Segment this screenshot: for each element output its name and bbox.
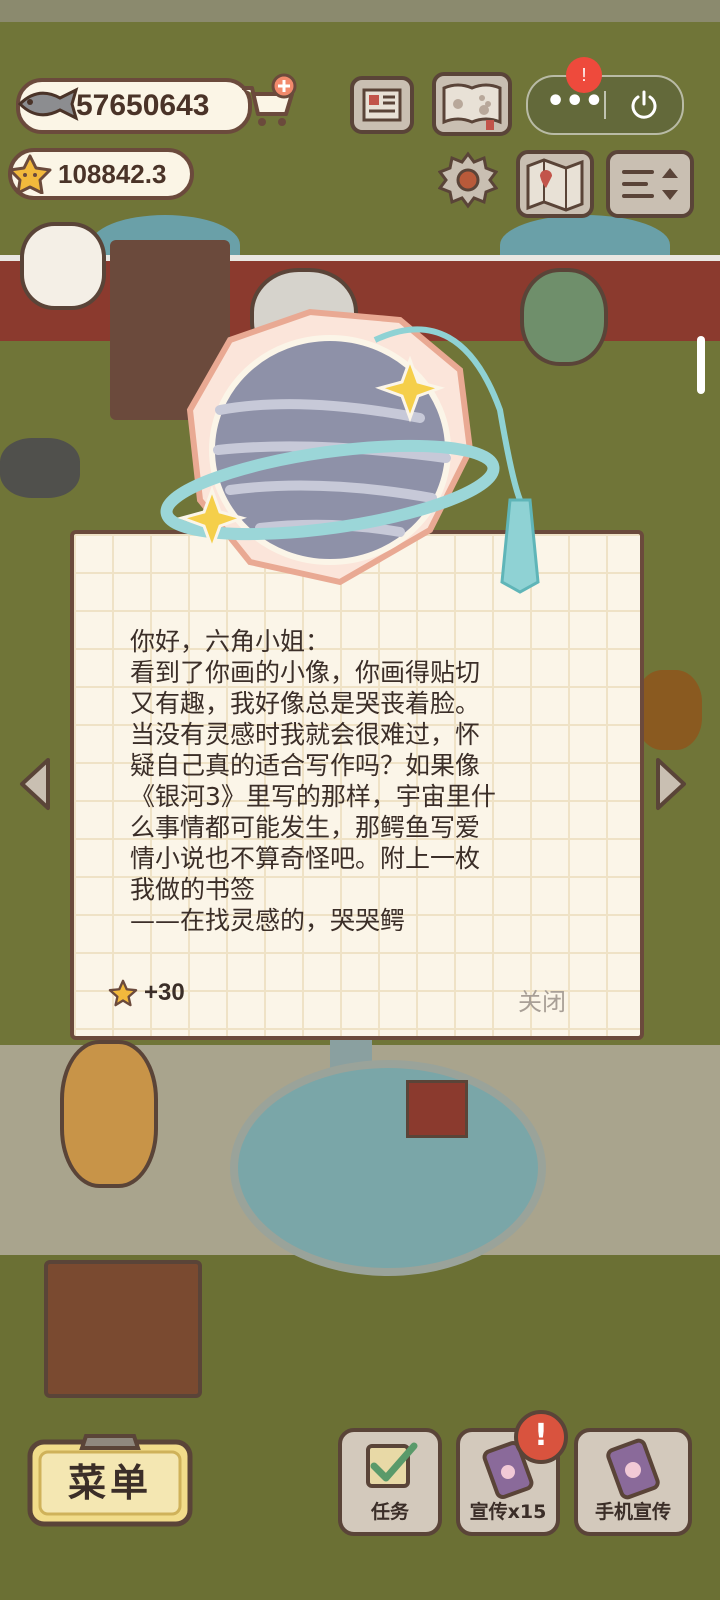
letter-line: 你好，六角小姐： [130, 627, 331, 656]
menu-button[interactable]: 菜单 [26, 1432, 194, 1528]
map-icon [526, 158, 584, 212]
reward: +30 [108, 976, 185, 1010]
gardener-cat[interactable] [60, 1040, 158, 1188]
tasks-label: 任务 [370, 1501, 409, 1523]
letter-line: 当没有灵感时我就会很难过，怀 [130, 720, 481, 749]
tasks-button[interactable]: 任务 [338, 1428, 442, 1536]
letter-line: 情小说也不算奇怪吧。附上一枚 [130, 844, 481, 873]
paw-book-button[interactable] [432, 72, 512, 136]
pavilion[interactable] [406, 1080, 468, 1138]
fish-icon [17, 87, 79, 121]
sort-button[interactable] [606, 150, 694, 218]
close-button[interactable]: 关闭 [518, 982, 566, 1017]
letter-line: 看到了你画的小像，你画得贴切 [130, 658, 481, 687]
letter-line: 疑自己真的适合写作吗？如果像 [130, 751, 481, 780]
notification-badge: ! [566, 57, 602, 93]
newspaper-icon [362, 88, 402, 122]
letter-line: 么事情都可能发生，那鳄鱼写爱 [130, 813, 481, 842]
planet-bookmark-icon [160, 308, 540, 594]
star-currency-pill: 108842.3 [8, 148, 194, 200]
phone-paw-icon [606, 1438, 660, 1500]
promote-label: 宣传x15 [469, 1501, 547, 1523]
gear-icon[interactable] [438, 150, 498, 210]
star-count: 108842.3 [58, 158, 167, 189]
letter-line: 《银河3》里写的那样，宇宙里什 [130, 782, 496, 811]
fish-pile [0, 438, 80, 498]
checklist-icon [366, 1442, 418, 1488]
previous-arrow-icon[interactable] [14, 754, 54, 814]
newspaper-button[interactable] [350, 76, 414, 134]
cat-character[interactable] [20, 222, 106, 310]
capsule-divider [604, 91, 606, 119]
letter-line: 我做的书签 [130, 875, 256, 904]
promote-alert-badge: ! [514, 1410, 568, 1464]
pond [230, 1060, 546, 1276]
phone-promote-label: 手机宣传 [594, 1501, 671, 1523]
phone-promote-button[interactable]: 手机宣传 [574, 1428, 692, 1536]
letter-dialog: 你好，六角小姐： 看到了你画的小像，你画得贴切 又有趣，我好像总是哭丧着脸。 当… [70, 530, 644, 1040]
cart-plus-icon[interactable] [238, 72, 298, 132]
status-strip [0, 0, 720, 22]
reward-amount: +30 [144, 979, 185, 1006]
letter-line: 又有趣，我好像总是哭丧着脸。 [130, 689, 481, 718]
bird-shrine[interactable] [44, 1260, 202, 1398]
star-icon [8, 154, 52, 194]
mini-program-capsule: ••• [526, 75, 684, 135]
sunflower [636, 670, 702, 750]
letter-body: 你好，六角小姐： 看到了你画的小像，你画得贴切 又有趣，我好像总是哭丧着脸。 当… [130, 626, 610, 936]
fish-count: 57650643 [76, 89, 210, 122]
map-button[interactable] [516, 150, 594, 218]
next-arrow-icon[interactable] [652, 754, 692, 814]
menu-label: 菜单 [67, 1461, 152, 1505]
letter-line: ——在找灵感的，哭哭鳄 [130, 906, 406, 935]
scrollbar[interactable] [697, 336, 705, 394]
sort-icon [622, 168, 678, 200]
paw-book-icon [442, 83, 502, 130]
power-icon[interactable] [628, 89, 660, 121]
fish-currency-pill: 57650643 [16, 78, 252, 134]
star-icon [108, 979, 138, 1007]
